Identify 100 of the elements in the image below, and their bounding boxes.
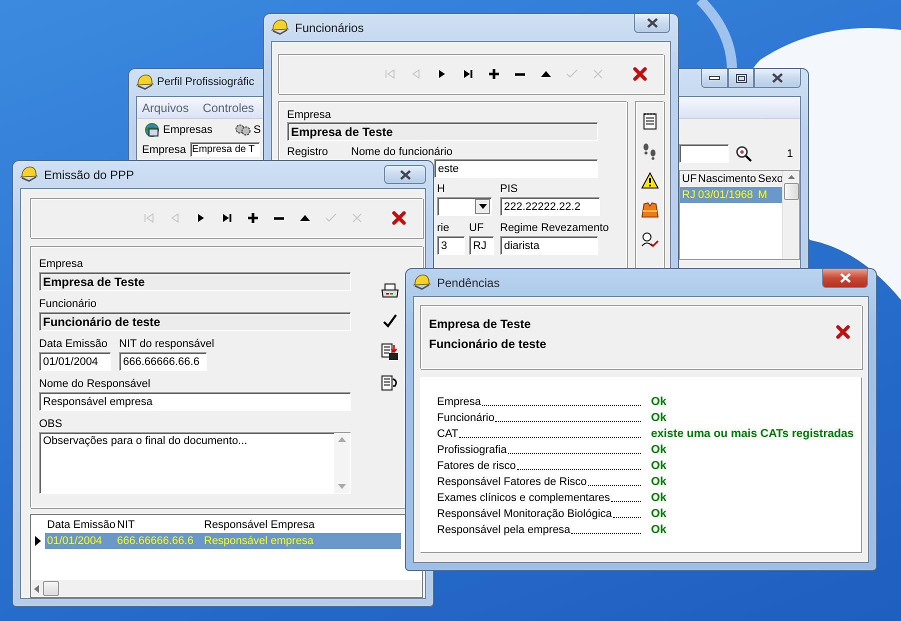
close-icon <box>632 66 648 82</box>
responsible-name-field[interactable]: Responsável empresa <box>39 392 351 411</box>
check-label: Responsável Fatores de Risco <box>437 475 587 489</box>
checkmark-icon[interactable] <box>382 313 398 329</box>
leader-line <box>611 501 641 502</box>
field-label: Empresa <box>142 142 186 156</box>
scroll-left-icon <box>34 584 39 592</box>
leader-line <box>571 533 641 534</box>
window-title: Funcionários <box>295 21 364 35</box>
close-button[interactable] <box>384 165 426 184</box>
state-field[interactable]: RJ <box>469 236 494 255</box>
row-pointer-icon <box>35 536 41 546</box>
dropdown-field[interactable] <box>437 197 492 216</box>
document-undo-icon[interactable] <box>381 375 399 391</box>
check-label: Exames clínicos e complementares <box>437 491 610 505</box>
check-status: Ok <box>651 443 668 457</box>
close-icon <box>391 210 407 226</box>
field-label: UF <box>469 221 485 235</box>
menu-item[interactable]: Arquivos <box>142 100 189 114</box>
field-label: rie <box>437 221 450 235</box>
header-text: Empresa de Teste <box>429 316 532 333</box>
employee-name-field[interactable]: este <box>434 159 598 178</box>
helmet-icon <box>413 274 431 290</box>
window-title: Pendências <box>437 276 500 290</box>
field-label: Empresa <box>287 108 332 122</box>
company-field[interactable]: Empresa de T <box>190 142 260 157</box>
footprints-icon[interactable] <box>640 142 658 160</box>
check-status: Ok <box>651 491 668 505</box>
check-label: Funcionário <box>437 411 494 425</box>
person-check-icon[interactable] <box>640 231 658 249</box>
field-label: PIS <box>500 182 519 196</box>
close-icon <box>771 73 784 83</box>
record-count: 1 <box>786 146 793 160</box>
field-label: H <box>437 182 446 196</box>
company-field: Empresa de Teste <box>287 122 598 141</box>
delete-icon <box>274 216 284 220</box>
maximize-button[interactable] <box>728 69 754 88</box>
notepad-icon[interactable] <box>642 112 658 130</box>
close-icon <box>398 170 412 180</box>
search-field[interactable] <box>678 144 729 163</box>
globe-computer-icon <box>144 122 160 138</box>
toolbar-button[interactable]: S <box>234 123 261 137</box>
leader-line <box>588 485 641 486</box>
window-title: Emissão do PPP <box>44 168 134 182</box>
table-cell-text: RJ <box>681 189 696 201</box>
gears-icon <box>234 123 251 137</box>
warning-icon[interactable] <box>640 172 658 189</box>
nit-field[interactable]: 666.66666.66.6 <box>119 352 207 371</box>
toolbar-button[interactable]: Empresas <box>144 122 213 138</box>
column-header: Nascimento <box>697 173 756 185</box>
shift-regime-field[interactable]: diarista <box>500 236 598 255</box>
table-cell-text: 03/01/1968 <box>697 189 754 201</box>
printer-icon[interactable] <box>381 283 399 299</box>
table-cell-text: 666.66666.66.6 <box>116 535 194 547</box>
issue-date-field[interactable]: 01/01/2004 <box>39 352 111 371</box>
helmet-icon <box>20 166 38 182</box>
close-button[interactable] <box>634 14 670 33</box>
minimize-button[interactable] <box>701 69 728 88</box>
add-icon <box>245 210 261 226</box>
company-field: Empresa de Teste <box>39 272 351 291</box>
field-label: Regime Revezamento <box>500 221 610 235</box>
window-title: Perfil Profissiográfic <box>157 76 254 88</box>
close-button[interactable] <box>822 269 868 288</box>
column-header: Responsável Empresa <box>203 519 316 531</box>
minimize-icon <box>709 76 720 80</box>
close-button[interactable] <box>754 69 801 88</box>
vertical-scrollbar[interactable] <box>782 171 799 259</box>
field-label: Funcionário <box>39 297 98 311</box>
check-label: Fatores de risco <box>437 459 516 473</box>
vest-icon[interactable] <box>640 201 658 219</box>
pis-field[interactable]: 222.22222.22.2 <box>500 197 600 216</box>
series-field[interactable]: 3 <box>437 236 465 255</box>
column-header: NIT <box>116 519 136 531</box>
menu-item[interactable]: Controles <box>202 100 254 114</box>
check-status: Ok <box>651 523 668 537</box>
document-save-icon[interactable] <box>381 343 399 361</box>
close-icon <box>835 324 851 340</box>
delete-icon <box>515 72 525 76</box>
helmet-icon <box>136 74 154 90</box>
notes-text-area[interactable]: Observações para o final do documento... <box>39 432 351 494</box>
table-cell-text: 01/01/2004 <box>46 535 104 547</box>
close-icon <box>838 273 852 283</box>
field-label: Nome do Responsável <box>39 377 152 391</box>
scrollbar-thumb[interactable] <box>43 581 59 596</box>
check-label: Responsável pela empresa <box>437 523 570 537</box>
field-label: OBS <box>39 417 64 431</box>
field-label: Nome do funcionário <box>351 145 453 159</box>
horizontal-scrollbar[interactable] <box>31 580 422 597</box>
check-label: Empresa <box>437 395 482 409</box>
check-status: Ok <box>651 459 668 473</box>
close-button[interactable] <box>835 324 851 342</box>
search-icon[interactable] <box>734 144 753 162</box>
helmet-icon <box>271 19 289 35</box>
field-label: Data Emissão <box>39 337 108 351</box>
check-label: Responsável Monitoração Biológica <box>437 507 612 521</box>
check-label: Profissiografia <box>437 443 507 457</box>
dropdown-arrow-icon <box>478 204 486 209</box>
column-header: UF <box>681 173 696 185</box>
maximize-icon <box>736 74 746 82</box>
scrollbar-thumb[interactable] <box>784 183 798 200</box>
